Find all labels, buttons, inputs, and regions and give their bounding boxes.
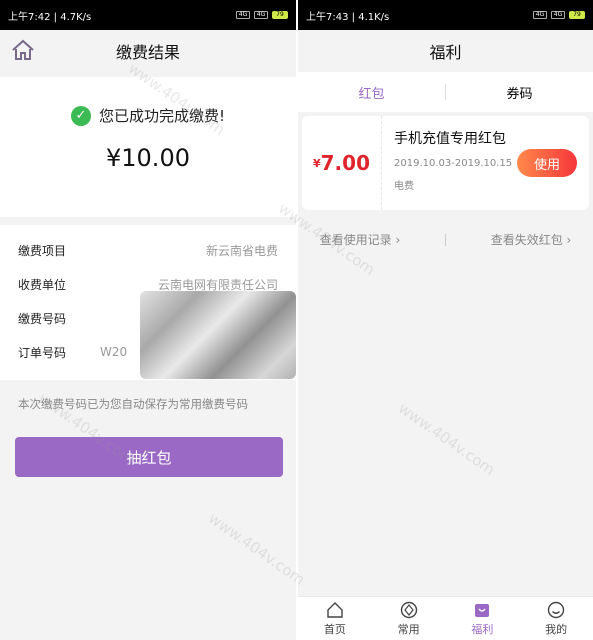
bottom-tab-bar: 首页 常用 福利 我的 — [298, 596, 593, 640]
detail-key: 收费单位 — [18, 277, 67, 292]
payment-success-card: ✓ 您已成功完成缴费! ¥10.00 — [0, 77, 296, 217]
tab-red-packet[interactable]: 红包 — [298, 83, 445, 102]
red-packet-info: 手机充值专用红包 2019.10.03-2019.10.15 电费 — [382, 116, 512, 210]
detail-value: 云南电网有限责任公司 — [157, 277, 278, 292]
redaction-blur — [140, 291, 296, 379]
tabbar-common[interactable]: 常用 — [372, 597, 446, 640]
nav-bar: 福利 — [298, 30, 593, 72]
red-packet-card: ¥7.00 手机充值专用红包 2019.10.03-2019.10.15 电费 … — [302, 116, 589, 210]
chevron-right-icon: › — [395, 232, 401, 247]
signal-icon: 4G — [533, 11, 547, 19]
left-screen: 上午7:42 | 4.7K/s 4G 4G 79 缴费结果 ✓ 您已成功完成缴费! … — [0, 0, 296, 640]
use-button[interactable]: 使用 — [517, 149, 577, 177]
status-bar: 上午7:42 | 4.7K/s 4G 4G 79 — [0, 0, 296, 30]
status-speed: 4.1K/s — [358, 11, 390, 23]
battery-icon: 79 — [272, 11, 288, 19]
status-time: 上午7:43 — [306, 11, 349, 23]
welfare-icon — [475, 603, 490, 617]
success-message: 您已成功完成缴费! — [98, 107, 225, 125]
currency-symbol: ¥ — [312, 156, 321, 170]
tabbar-label: 常用 — [397, 622, 420, 636]
tab-bar: 红包 券码 — [298, 72, 593, 112]
red-packet-validity: 2019.10.03-2019.10.15 — [394, 158, 513, 169]
view-expired-packets-link[interactable]: 查看失效红包 › — [491, 231, 572, 248]
signal-icon: 4G — [236, 11, 250, 19]
red-packet-type: 电费 — [394, 181, 414, 192]
page-title: 福利 — [429, 43, 462, 62]
tabbar-welfare[interactable]: 福利 — [446, 597, 520, 640]
detail-value: W20 — [100, 345, 128, 359]
tabbar-mine[interactable]: 我的 — [519, 597, 593, 640]
detail-key: 缴费项目 — [18, 243, 67, 258]
tabbar-label: 福利 — [471, 622, 494, 636]
payment-details: 缴费项目 新云南省电费 收费单位 云南电网有限责任公司 缴费号码 订单号码 W2… — [0, 225, 296, 380]
status-bar: 上午7:43 | 4.1K/s 4G 4G 79 — [298, 0, 593, 30]
red-packet-amount: 7.00 — [320, 151, 370, 175]
page-title: 缴费结果 — [115, 43, 180, 62]
status-time: 上午7:42 — [8, 11, 51, 23]
detail-key: 缴费号码 — [18, 311, 67, 326]
tabbar-label: 我的 — [545, 622, 568, 636]
red-packet-value: ¥7.00 — [302, 116, 382, 210]
home-icon — [327, 601, 343, 618]
nav-bar: 缴费结果 — [0, 30, 296, 72]
record-links: 查看使用记录 › | 查看失效红包 › — [298, 224, 593, 254]
detail-value: 新云南省电费 — [205, 243, 278, 258]
detail-key: 订单号码 — [18, 345, 67, 360]
link-divider: | — [443, 232, 448, 246]
detail-row: 缴费项目 新云南省电费 — [18, 233, 278, 267]
auto-save-note: 本次缴费号码已为您自动保存为常用缴费号码 — [18, 397, 248, 411]
draw-red-packet-button[interactable]: 抽红包 — [15, 437, 283, 477]
tabbar-label: 首页 — [323, 622, 346, 636]
mine-icon — [547, 601, 565, 618]
payment-amount: ¥10.00 — [106, 144, 190, 172]
right-screen: 上午7:43 | 4.1K/s 4G 4G 79 福利 红包 券码 ¥7.00 手机… — [298, 0, 593, 640]
tab-coupon-code[interactable]: 券码 — [446, 83, 593, 102]
home-icon[interactable] — [10, 37, 36, 63]
chevron-right-icon: › — [566, 232, 572, 247]
red-packet-title: 手机充值专用红包 — [394, 131, 506, 147]
status-speed: 4.7K/s — [60, 11, 92, 23]
view-usage-records-link[interactable]: 查看使用记录 › — [320, 231, 401, 248]
tabbar-home[interactable]: 首页 — [298, 597, 372, 640]
battery-icon: 79 — [569, 11, 585, 19]
common-icon — [400, 601, 417, 618]
check-icon: ✓ — [70, 105, 91, 126]
signal-icon: 4G — [551, 11, 565, 19]
signal-icon: 4G — [254, 11, 268, 19]
